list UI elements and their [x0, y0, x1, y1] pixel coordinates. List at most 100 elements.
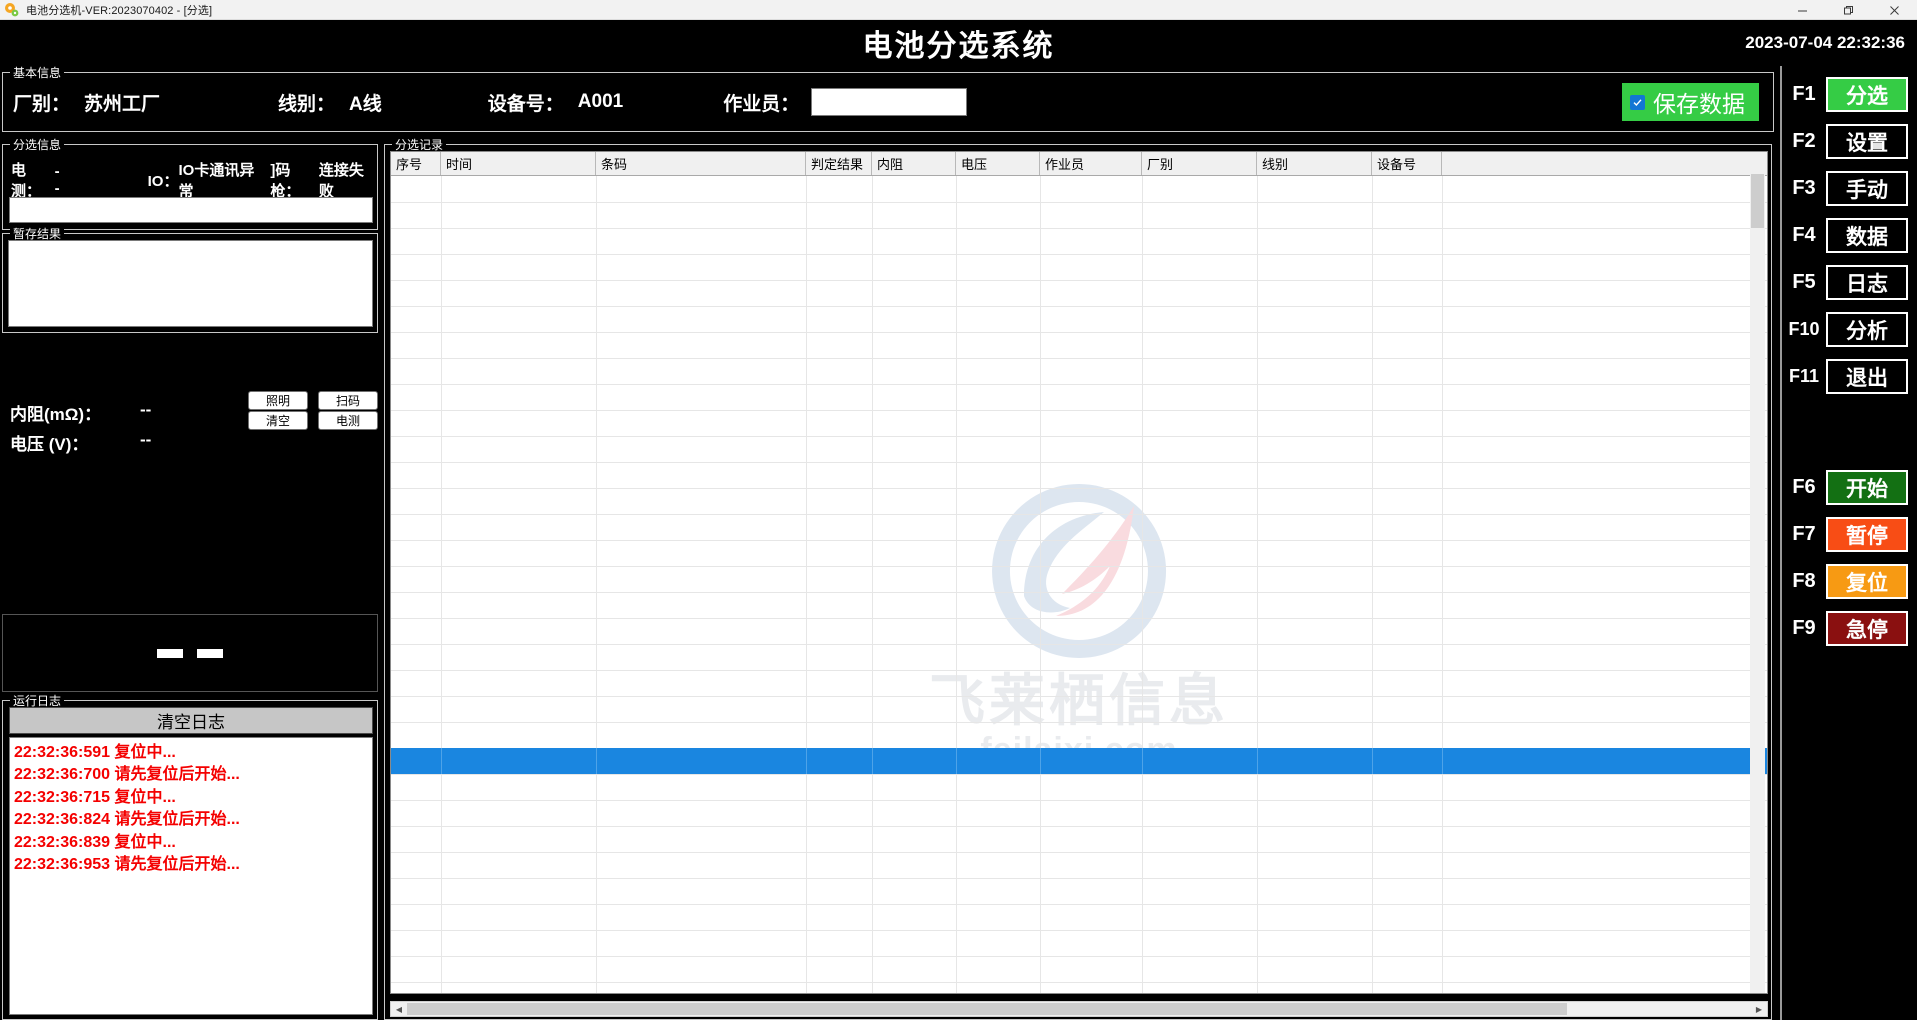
function-key-f7-button[interactable]: 暂停 — [1826, 517, 1908, 552]
electric-test-button[interactable]: 电测 — [318, 411, 378, 430]
resistance-label: 内阻(mΩ)： — [10, 405, 102, 424]
function-key-code: F1 — [1792, 83, 1816, 105]
records-horizontal-scrollbar[interactable]: ◀ ▶ — [390, 1001, 1768, 1017]
grid-line-horizontal — [391, 228, 1767, 229]
function-key-code: F4 — [1792, 224, 1816, 246]
function-key-row: F1 分选 — [1782, 74, 1917, 115]
function-key-row: F8 复位 — [1782, 561, 1917, 602]
grid-line-horizontal — [391, 436, 1767, 437]
records-vertical-scroll-thumb[interactable] — [1751, 174, 1764, 228]
grid-line-horizontal — [391, 384, 1767, 385]
window-titlebar: 电池分选机-VER:2023070402 - [分选] — [0, 0, 1917, 20]
log-line: 22:32:36:591 复位中... — [14, 744, 176, 761]
function-key-code: F8 — [1792, 570, 1816, 592]
temp-result-textarea[interactable] — [8, 240, 373, 327]
function-key-row: F4 数据 — [1782, 215, 1917, 256]
function-key-f10-button[interactable]: 分析 — [1826, 312, 1908, 347]
records-vertical-scrollbar[interactable] — [1750, 158, 1765, 993]
grid-line-horizontal — [391, 592, 1767, 593]
grid-line-vertical — [596, 176, 597, 993]
records-table-body[interactable]: 飞莱栖信息 feilaixi.com — [391, 176, 1767, 993]
factory-value: 苏州工厂 — [84, 93, 161, 115]
sort-info-group-label: 分选信息 — [10, 136, 65, 153]
grid-line-vertical — [1040, 176, 1041, 993]
grid-line-horizontal — [391, 930, 1767, 931]
save-data-checkbox[interactable] — [1630, 94, 1645, 110]
grid-line-vertical — [956, 176, 957, 993]
grid-line-horizontal — [391, 878, 1767, 879]
grid-line-horizontal — [391, 800, 1767, 801]
clear-button[interactable]: 清空 — [248, 411, 308, 430]
scroll-right-icon[interactable]: ▶ — [1751, 1002, 1767, 1016]
page-title: 电池分选系统 — [862, 30, 1055, 63]
grid-line-vertical — [1372, 748, 1373, 774]
watermark: 飞莱栖信息 feilaixi.com — [869, 476, 1289, 770]
scan-button[interactable]: 扫码 — [318, 391, 378, 410]
grid-line-horizontal — [391, 696, 1767, 697]
grid-line-horizontal — [391, 540, 1767, 541]
function-key-f9-button[interactable]: 急停 — [1826, 611, 1908, 646]
close-icon[interactable] — [1871, 0, 1917, 20]
records-column-header[interactable]: 序号 — [391, 152, 441, 175]
records-table-header: 序号 时间 条码 判定结果 内阻 电压 作业员 厂别 线别 设备号 — [391, 152, 1767, 176]
grid-line-vertical — [956, 748, 957, 774]
function-key-f3-button[interactable]: 手动 — [1826, 171, 1908, 206]
electric-test-label: 电测： — [11, 162, 42, 200]
operator-input[interactable] — [811, 88, 968, 116]
light-button[interactable]: 照明 — [248, 391, 308, 410]
maximize-icon[interactable] — [1825, 0, 1871, 20]
records-column-header[interactable]: 时间 — [441, 152, 596, 175]
io-label: IO： — [147, 172, 179, 190]
grid-line-horizontal — [391, 488, 1767, 489]
records-column-header[interactable]: 作业员 — [1040, 152, 1142, 175]
records-column-header[interactable]: 设备号 — [1372, 152, 1442, 175]
function-key-f4-button[interactable]: 数据 — [1826, 218, 1908, 253]
function-key-f11-button[interactable]: 退出 — [1826, 359, 1908, 394]
window-controls — [1779, 0, 1917, 20]
device-label: 设备号： — [487, 93, 564, 115]
grid-line-horizontal — [391, 358, 1767, 359]
records-column-header[interactable]: 线别 — [1257, 152, 1372, 175]
function-key-code: F7 — [1792, 523, 1816, 545]
swan-logo-icon — [992, 484, 1167, 658]
sort-info-group: 分选信息 电测： -- IO： IO卡通讯异常 ]码枪： 连接失败 — [2, 136, 378, 230]
records-hscroll-thumb[interactable] — [407, 1003, 1567, 1015]
function-key-f1-button[interactable]: 分选 — [1826, 77, 1908, 112]
records-column-header[interactable]: 厂别 — [1142, 152, 1257, 175]
records-column-header[interactable]: 条码 — [596, 152, 806, 175]
device-value: A001 — [577, 91, 624, 112]
records-column-header[interactable]: 判定结果 — [806, 152, 872, 175]
minimize-icon[interactable] — [1779, 0, 1825, 20]
save-data-button[interactable]: 保存数据 — [1622, 83, 1759, 121]
table-row[interactable] — [391, 748, 1767, 774]
function-key-code: F9 — [1792, 617, 1816, 639]
function-key-row: F10 分析 — [1782, 309, 1917, 350]
run-log-group: 运行日志 清空日志 22:32:36:591 复位中... 22:32:36:70… — [2, 692, 378, 1020]
grid-line-horizontal — [391, 904, 1767, 905]
io-value: IO卡通讯异常 — [178, 162, 255, 200]
grid-line-vertical — [872, 748, 873, 774]
records-hscroll-track[interactable] — [407, 1002, 1751, 1016]
function-key-row: F11 退出 — [1782, 356, 1917, 397]
function-key-f8-button[interactable]: 复位 — [1826, 564, 1908, 599]
function-key-f6-button[interactable]: 开始 — [1826, 470, 1908, 505]
log-line: 22:32:36:839 复位中... — [14, 833, 176, 851]
grid-line-horizontal — [391, 618, 1767, 619]
temp-result-group: 暂存结果 — [2, 225, 378, 333]
function-key-code: F6 — [1792, 476, 1816, 498]
grid-line-horizontal — [391, 462, 1767, 463]
grid-line-horizontal — [391, 566, 1767, 567]
scroll-left-icon[interactable]: ◀ — [391, 1002, 407, 1016]
records-column-header[interactable]: 电压 — [956, 152, 1040, 175]
grid-line-vertical — [441, 176, 442, 993]
run-log-list[interactable]: 22:32:36:591 复位中... 22:32:36:700 请先复位后开始.… — [9, 737, 373, 1015]
function-key-code: F10 — [1788, 319, 1820, 339]
grid-line-horizontal — [391, 774, 1767, 775]
clear-log-button[interactable]: 清空日志 — [9, 707, 373, 734]
log-line: 22:32:36:824 请先复位后开始... — [14, 811, 240, 829]
barcode-input[interactable] — [9, 197, 373, 223]
records-column-header[interactable]: 内阻 — [872, 152, 956, 175]
function-key-f5-button[interactable]: 日志 — [1826, 265, 1908, 300]
grid-line-horizontal — [391, 254, 1767, 255]
function-key-f2-button[interactable]: 设置 — [1826, 124, 1908, 159]
